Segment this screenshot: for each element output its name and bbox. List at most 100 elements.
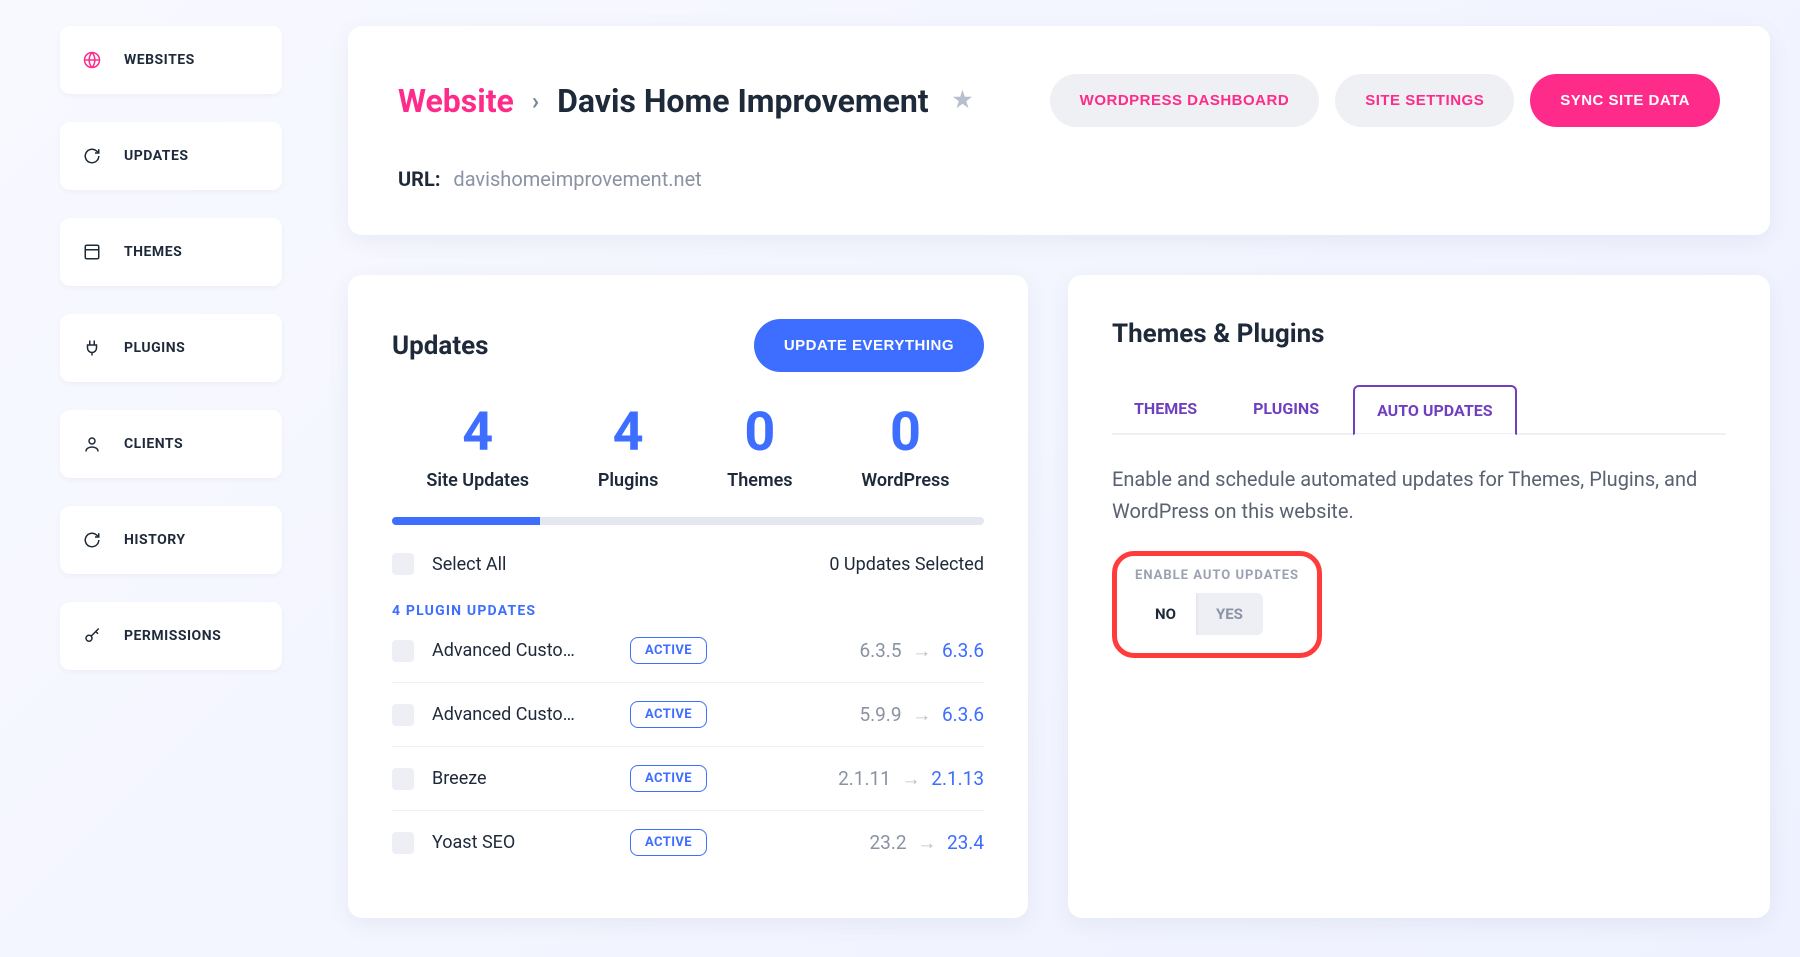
- enable-auto-updates-highlight: ENABLE AUTO UPDATES NO YES: [1112, 551, 1322, 658]
- sidebar-item-updates[interactable]: UPDATES: [60, 122, 282, 190]
- stat-site-updates: 4 Site Updates: [426, 406, 529, 491]
- key-icon: [82, 626, 102, 646]
- stat-themes: 0 Themes: [727, 406, 792, 491]
- breadcrumb: Website › Davis Home Improvement ★: [398, 82, 972, 120]
- arrow-right-icon: →: [912, 639, 931, 662]
- stat-label: Site Updates: [426, 470, 529, 491]
- tab-themes[interactable]: THEMES: [1112, 385, 1219, 435]
- stat-plugins: 4 Plugins: [598, 406, 659, 491]
- stat-number: 0: [861, 406, 949, 460]
- themes-plugins-card: Themes & Plugins THEMES PLUGINS AUTO UPD…: [1068, 275, 1770, 918]
- version-cell: 6.3.5 → 6.3.6: [725, 639, 984, 663]
- version-from: 6.3.5: [859, 639, 901, 662]
- star-icon[interactable]: ★: [953, 88, 973, 113]
- sync-site-data-button[interactable]: SYNC SITE DATA: [1530, 74, 1720, 127]
- themes-plugins-heading: Themes & Plugins: [1112, 319, 1726, 349]
- plugin-name: Advanced Custo…: [432, 640, 612, 661]
- version-cell: 23.2 → 23.4: [725, 831, 984, 855]
- version-from: 23.2: [869, 831, 906, 854]
- refresh-icon: [82, 146, 102, 166]
- plug-icon: [82, 338, 102, 358]
- select-row: Select All 0 Updates Selected: [392, 553, 984, 575]
- plugin-checkbox[interactable]: [392, 704, 414, 726]
- plugin-name: Yoast SEO: [432, 832, 612, 853]
- refresh-icon: [82, 530, 102, 550]
- version-to: 2.1.13: [931, 767, 984, 790]
- tab-plugins[interactable]: PLUGINS: [1231, 385, 1341, 435]
- plugin-updates-heading: 4 PLUGIN UPDATES: [392, 603, 984, 619]
- progress-bar: [392, 517, 984, 525]
- sidebar: WEBSITES UPDATES THEMES PLUGINS CLIENTS: [0, 26, 312, 918]
- sidebar-item-label: THEMES: [124, 244, 182, 260]
- sidebar-item-permissions[interactable]: PERMISSIONS: [60, 602, 282, 670]
- version-from: 5.9.9: [859, 703, 901, 726]
- stat-wordpress: 0 WordPress: [861, 406, 949, 491]
- active-badge: ACTIVE: [630, 701, 707, 728]
- plugin-checkbox[interactable]: [392, 768, 414, 790]
- plugin-checkbox[interactable]: [392, 832, 414, 854]
- enable-auto-updates-label: ENABLE AUTO UPDATES: [1135, 568, 1299, 583]
- plugin-row: Yoast SEO ACTIVE 23.2 → 23.4: [392, 811, 984, 874]
- active-badge: ACTIVE: [630, 829, 707, 856]
- header-actions: WORDPRESS DASHBOARD SITE SETTINGS SYNC S…: [1050, 74, 1720, 127]
- version-to: 23.4: [947, 831, 984, 854]
- progress-fill: [392, 517, 540, 525]
- toggle-yes[interactable]: YES: [1196, 593, 1263, 635]
- sidebar-item-websites[interactable]: WEBSITES: [60, 26, 282, 94]
- update-everything-button[interactable]: UPDATE EVERYTHING: [754, 319, 984, 372]
- active-badge: ACTIVE: [630, 637, 707, 664]
- wordpress-dashboard-button[interactable]: WORDPRESS DASHBOARD: [1050, 74, 1320, 127]
- stat-label: Themes: [727, 470, 792, 491]
- sidebar-item-label: UPDATES: [124, 148, 188, 164]
- plugin-name: Advanced Custo…: [432, 704, 612, 725]
- sidebar-item-themes[interactable]: THEMES: [60, 218, 282, 286]
- version-to: 6.3.6: [942, 703, 984, 726]
- stat-number: 4: [426, 406, 529, 460]
- auto-updates-description: Enable and schedule automated updates fo…: [1112, 463, 1726, 527]
- arrow-right-icon: →: [912, 703, 931, 726]
- main-content: Website › Davis Home Improvement ★ WORDP…: [312, 26, 1800, 918]
- url-value[interactable]: davishomeimprovement.net: [453, 167, 701, 191]
- plugin-row: Breeze ACTIVE 2.1.11 → 2.1.13: [392, 747, 984, 811]
- stat-label: Plugins: [598, 470, 659, 491]
- header-card: Website › Davis Home Improvement ★ WORDP…: [348, 26, 1770, 235]
- stat-number: 0: [727, 406, 792, 460]
- version-to: 6.3.6: [942, 639, 984, 662]
- layout-icon: [82, 242, 102, 262]
- select-all-checkbox[interactable]: [392, 553, 414, 575]
- site-settings-button[interactable]: SITE SETTINGS: [1335, 74, 1514, 127]
- sidebar-item-label: PLUGINS: [124, 340, 185, 356]
- active-badge: ACTIVE: [630, 765, 707, 792]
- sidebar-item-clients[interactable]: CLIENTS: [60, 410, 282, 478]
- sidebar-item-label: WEBSITES: [124, 52, 195, 68]
- sidebar-item-history[interactable]: HISTORY: [60, 506, 282, 574]
- stat-number: 4: [598, 406, 659, 460]
- chevron-right-icon: ›: [532, 87, 539, 115]
- plugin-row: Advanced Custo… ACTIVE 5.9.9 → 6.3.6: [392, 683, 984, 747]
- arrow-right-icon: →: [902, 767, 921, 790]
- selected-count: 0 Updates Selected: [829, 554, 984, 575]
- arrow-right-icon: →: [917, 831, 936, 854]
- globe-icon: [82, 50, 102, 70]
- tab-auto-updates[interactable]: AUTO UPDATES: [1353, 385, 1517, 435]
- updates-card: Updates UPDATE EVERYTHING 4 Site Updates…: [348, 275, 1028, 918]
- version-from: 2.1.11: [838, 767, 891, 790]
- page-title: Davis Home Improvement: [557, 82, 929, 120]
- breadcrumb-root[interactable]: Website: [398, 82, 514, 120]
- select-all-label: Select All: [432, 554, 506, 575]
- sidebar-item-plugins[interactable]: PLUGINS: [60, 314, 282, 382]
- auto-updates-toggle[interactable]: NO YES: [1135, 593, 1263, 635]
- toggle-no[interactable]: NO: [1135, 593, 1196, 635]
- plugin-row: Advanced Custo… ACTIVE 6.3.5 → 6.3.6: [392, 619, 984, 683]
- plugin-name: Breeze: [432, 768, 612, 789]
- stats-row: 4 Site Updates 4 Plugins 0 Themes 0 Word…: [392, 406, 984, 491]
- tabs: THEMES PLUGINS AUTO UPDATES: [1112, 385, 1726, 435]
- sidebar-item-label: CLIENTS: [124, 436, 183, 452]
- url-label: URL:: [398, 167, 440, 191]
- version-cell: 2.1.11 → 2.1.13: [725, 767, 984, 791]
- plugin-checkbox[interactable]: [392, 640, 414, 662]
- url-row: URL: davishomeimprovement.net: [398, 167, 1720, 191]
- stat-label: WordPress: [861, 470, 949, 491]
- user-icon: [82, 434, 102, 454]
- sidebar-item-label: HISTORY: [124, 532, 186, 548]
